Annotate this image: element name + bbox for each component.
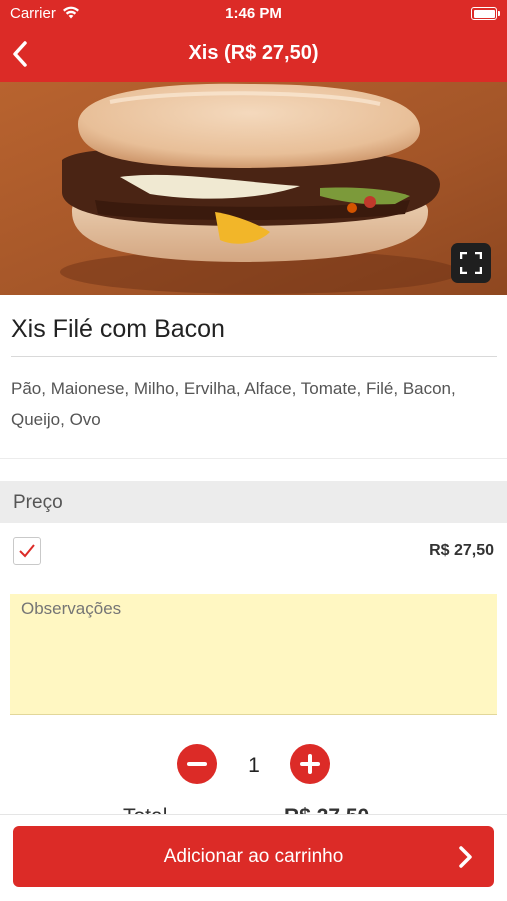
add-to-cart-button[interactable]: Adicionar ao carrinho — [13, 826, 494, 887]
chevron-right-icon — [459, 846, 472, 868]
price-option-value: R$ 27,50 — [429, 542, 494, 559]
product-ingredients: Pão, Maionese, Milho, Ervilha, Alface, T… — [11, 379, 456, 429]
status-bar: Carrier 1:46 PM — [0, 0, 507, 28]
quantity-value: 1 — [248, 754, 260, 777]
battery-icon — [471, 7, 500, 20]
observations-input[interactable] — [10, 594, 497, 715]
fullscreen-icon — [460, 252, 482, 274]
clock: 1:46 PM — [225, 5, 282, 22]
burger-photo — [0, 82, 507, 295]
divider — [11, 356, 497, 357]
divider — [0, 458, 507, 459]
page-title: Xis (R$ 27,50) — [188, 42, 319, 64]
checkmark-icon — [19, 544, 35, 558]
fullscreen-button[interactable] — [451, 243, 491, 283]
product-name: Xis Filé com Bacon — [11, 315, 225, 343]
nav-bar: Xis (R$ 27,50) — [0, 28, 507, 82]
price-option-checkbox[interactable] — [13, 537, 41, 565]
price-section-header: Preço — [0, 481, 507, 523]
decrease-quantity-button[interactable] — [177, 744, 217, 784]
add-to-cart-label: Adicionar ao carrinho — [163, 846, 344, 867]
increase-quantity-button[interactable] — [290, 744, 330, 784]
price-section-title: Preço — [13, 492, 63, 513]
product-image[interactable] — [0, 82, 507, 295]
